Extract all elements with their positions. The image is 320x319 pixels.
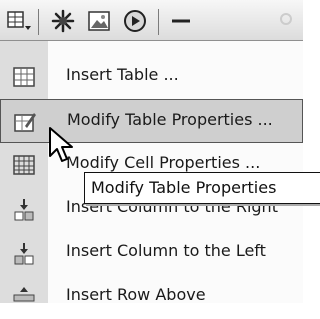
column-left-icon <box>14 243 34 265</box>
table-edit-icon <box>14 113 36 132</box>
table-dropdown-icon[interactable] <box>6 9 32 33</box>
menu-item-insert-table[interactable]: Insert Table ... <box>0 55 303 99</box>
menu-item-insert-row-above[interactable]: Insert Row Above <box>0 275 303 319</box>
image-icon[interactable] <box>86 9 112 33</box>
menu-item-modify-table-properties[interactable]: Modify Table Properties ... <box>0 99 303 143</box>
menu-item-label: Modify Table Properties ... <box>67 110 273 129</box>
tooltip-text: Modify Table Properties <box>91 178 277 197</box>
spark-icon[interactable] <box>50 9 76 33</box>
cell-grid-icon <box>13 155 35 175</box>
faded-icon <box>280 13 292 25</box>
toolbar <box>0 0 303 41</box>
menu-item-label: Insert Column to the Left <box>66 241 266 260</box>
menu-item-label: Insert Row Above <box>66 285 206 304</box>
minus-icon[interactable] <box>168 9 194 33</box>
column-right-icon <box>14 199 34 221</box>
table-icon <box>13 67 35 87</box>
mouse-cursor-icon <box>49 127 73 162</box>
toolbar-separator <box>38 9 39 35</box>
menu-item-label: Modify Cell Properties ... <box>66 153 261 172</box>
menu-item-insert-column-left[interactable]: Insert Column to the Left <box>0 231 303 275</box>
play-icon[interactable] <box>122 9 148 33</box>
toolbar-separator <box>158 9 159 35</box>
row-above-icon <box>13 287 35 302</box>
tooltip: Modify Table Properties <box>84 172 320 204</box>
menu-item-label: Insert Table ... <box>66 65 179 84</box>
